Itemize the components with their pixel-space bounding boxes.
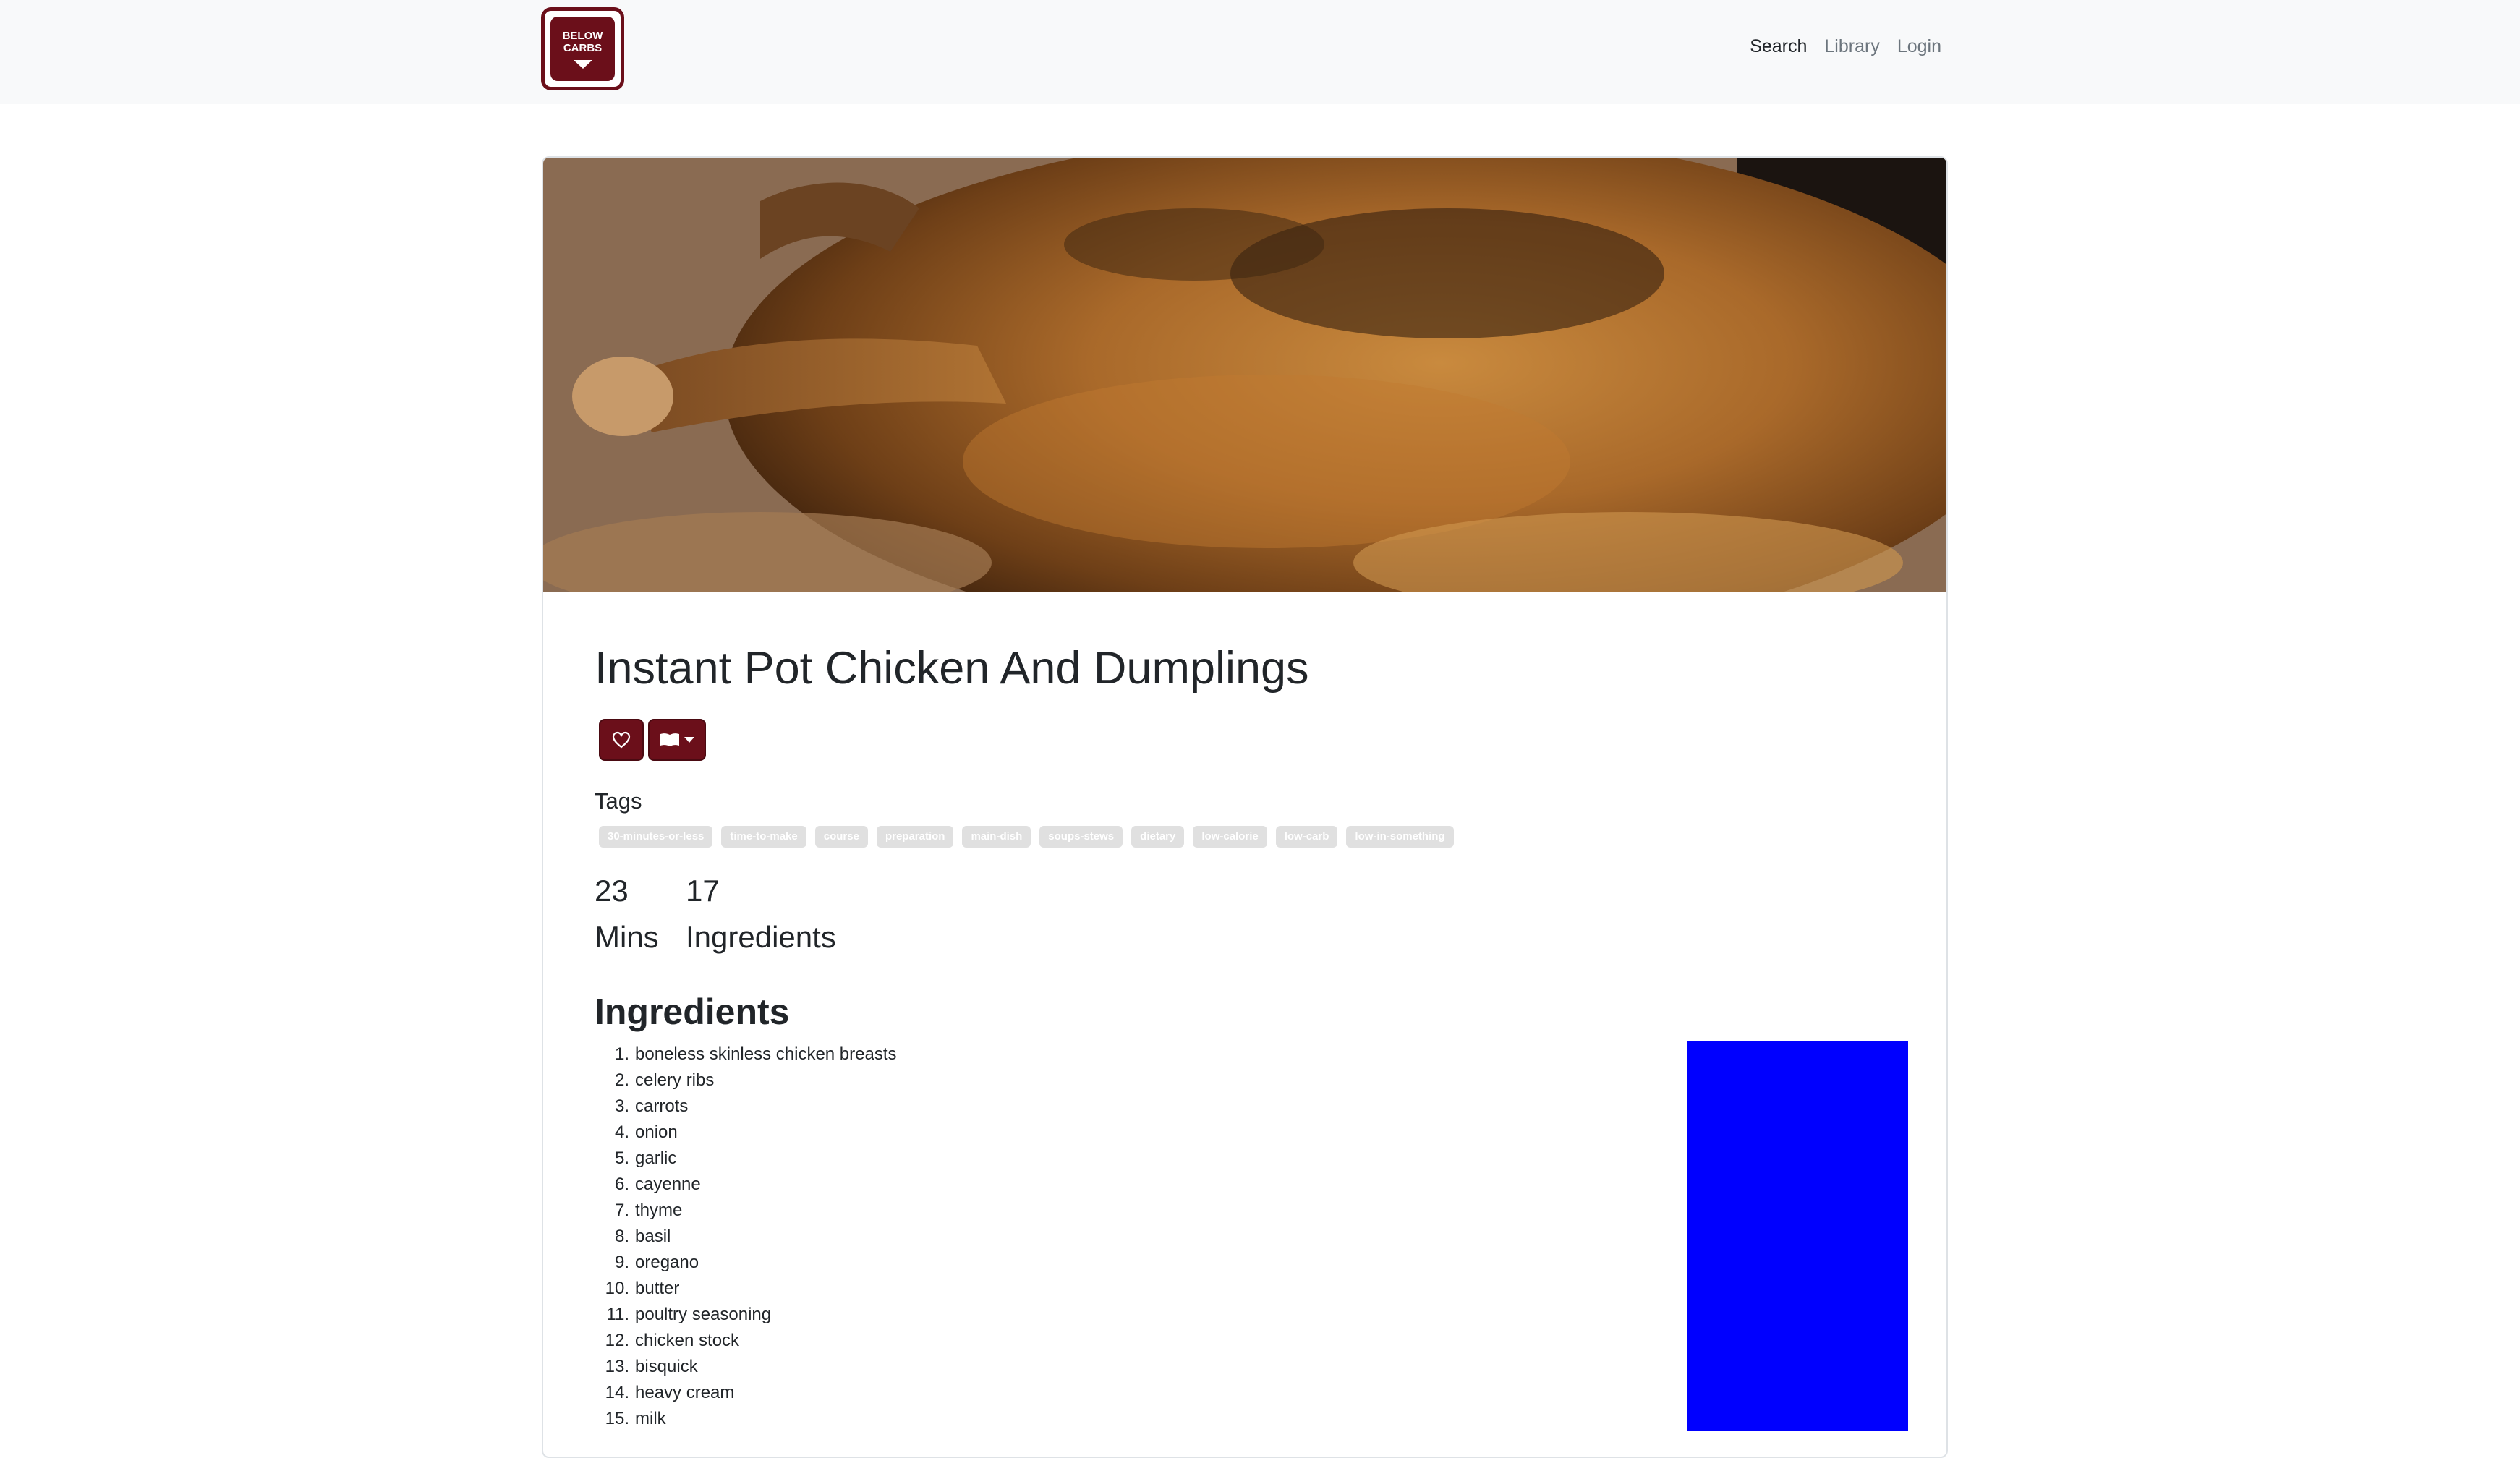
tag-badge[interactable]: soups-stews xyxy=(1039,826,1123,848)
tag-badge[interactable]: time-to-make xyxy=(721,826,806,848)
tag-badge[interactable]: main-dish xyxy=(962,826,1031,848)
add-to-library-dropdown[interactable] xyxy=(648,719,706,761)
ingredient-name: boneless skinless chicken breasts xyxy=(635,1044,897,1064)
ingredient-item: 8. basil xyxy=(614,1227,671,1246)
ingredient-item: 7. thyme xyxy=(614,1201,683,1220)
navbar: BELOW CARBS Search Library Login xyxy=(0,0,2520,104)
ingredient-name: heavy cream xyxy=(635,1383,735,1402)
ingredient-item: 14. heavy cream xyxy=(605,1383,735,1402)
ingredient-item: 10. butter xyxy=(605,1279,680,1298)
tag-badge[interactable]: low-in-something xyxy=(1346,826,1454,848)
nav-link-login[interactable]: Login xyxy=(1897,36,1941,57)
ingredient-name: garlic xyxy=(635,1148,677,1168)
nav-link-search[interactable]: Search xyxy=(1750,36,1807,57)
down-arrow-icon xyxy=(573,59,592,69)
recipe-title: Instant Pot Chicken And Dumplings xyxy=(595,643,1309,694)
roast-chicken-illustration xyxy=(543,158,1946,592)
ingredient-item: 11. poultry seasoning xyxy=(606,1305,772,1324)
logo-badge: BELOW CARBS xyxy=(550,17,615,81)
ingredient-name: butter xyxy=(635,1279,680,1298)
cook-time-unit: Mins xyxy=(595,920,659,954)
tag-badge[interactable]: course xyxy=(814,826,868,848)
nav-link-library[interactable]: Library xyxy=(1824,36,1879,57)
heart-icon xyxy=(612,731,631,749)
chevron-down-icon xyxy=(684,737,694,743)
ingredient-item: 5. garlic xyxy=(614,1148,677,1168)
ingredient-count-label: Ingredients xyxy=(686,920,836,954)
ingredient-name: poultry seasoning xyxy=(635,1305,772,1324)
book-icon xyxy=(660,733,679,746)
tag-badge[interactable]: low-carb xyxy=(1275,826,1338,848)
tags-label: Tags xyxy=(595,788,642,814)
tag-badge[interactable]: 30-minutes-or-less xyxy=(599,826,713,848)
ingredient-name: celery ribs xyxy=(635,1070,715,1090)
ingredients-list: 1. boneless skinless chicken breasts 2. ce… xyxy=(595,1041,1246,1432)
tag-badge[interactable]: preparation xyxy=(876,826,954,848)
ingredient-name: oregano xyxy=(635,1253,699,1272)
ingredient-item: 13. bisquick xyxy=(605,1357,698,1376)
ingredient-name: milk xyxy=(635,1409,666,1428)
favorite-button[interactable] xyxy=(599,719,644,761)
ingredient-name: basil xyxy=(635,1227,671,1246)
tag-badge[interactable]: low-calorie xyxy=(1193,826,1267,848)
ingredient-name: cayenne xyxy=(635,1174,701,1194)
nav-links: Search Library Login xyxy=(1750,36,1941,57)
ingredient-name: carrots xyxy=(635,1096,689,1116)
logo-text-line1: BELOW xyxy=(562,29,603,42)
cook-time-value: 23 xyxy=(595,874,629,908)
ingredient-count-value: 17 xyxy=(686,874,720,908)
ingredient-item: 2. celery ribs xyxy=(614,1070,715,1090)
ingredient-item: 12. chicken stock xyxy=(605,1331,740,1350)
ingredient-item: 9. oregano xyxy=(614,1253,699,1272)
ingredient-name: thyme xyxy=(635,1201,683,1220)
ad-placeholder xyxy=(1687,1041,1908,1431)
ingredient-item: 6. cayenne xyxy=(614,1174,701,1194)
recipe-hero-image xyxy=(543,158,1946,592)
ingredient-name: onion xyxy=(635,1122,678,1142)
ingredient-item: 4. onion xyxy=(614,1122,678,1142)
brand-logo[interactable]: BELOW CARBS xyxy=(541,7,624,90)
ingredient-item: 15. milk xyxy=(605,1409,666,1428)
ingredient-item: 1. boneless skinless chicken breasts xyxy=(614,1044,897,1064)
tag-list: 30-minutes-or-less time-to-make course p… xyxy=(599,826,1454,848)
logo-text-line2: CARBS xyxy=(563,41,603,54)
tag-badge[interactable]: dietary xyxy=(1131,826,1185,848)
ingredient-name: bisquick xyxy=(635,1357,698,1376)
ingredients-heading: Ingredients xyxy=(595,992,790,1032)
ingredient-item: 3. carrots xyxy=(614,1096,689,1116)
ingredient-name: chicken stock xyxy=(635,1331,740,1350)
